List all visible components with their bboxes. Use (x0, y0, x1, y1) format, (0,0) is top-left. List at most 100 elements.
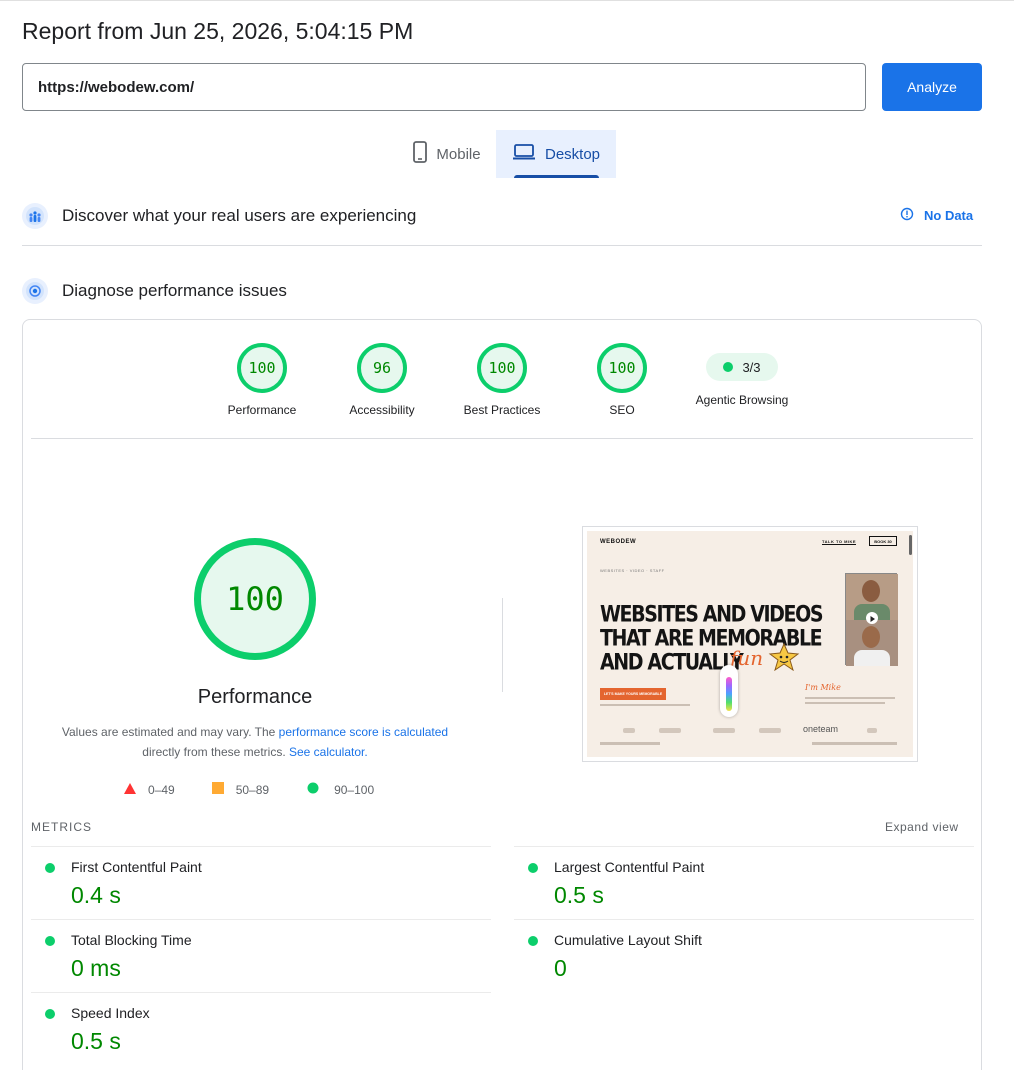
metric-name: Largest Contentful Paint (554, 859, 705, 875)
screenshot-brand: WEBODEW (600, 539, 637, 545)
tab-selected-indicator (514, 175, 599, 178)
screenshot-page: WEBODEW TALK TO MIKE BOOK 30 WEBSITES · … (587, 531, 913, 757)
client-logo-4 (759, 728, 781, 733)
analyze-button[interactable]: Analyze (882, 63, 982, 111)
agentic-pill: 3/3 (706, 353, 778, 381)
metric-name: First Contentful Paint (71, 859, 202, 875)
phone-icon (413, 141, 428, 167)
tab-desktop-label: Desktop (544, 145, 601, 163)
gauge-performance[interactable]: 100 Performance (202, 343, 322, 417)
fail-triangle-icon (124, 782, 136, 797)
screenshot-cta-box: BOOK 30 (869, 536, 897, 546)
metric-total-blocking-time[interactable]: Total Blocking Time 0 ms (31, 919, 491, 992)
screenshot-signature: I'm Mike (805, 683, 841, 692)
video-person-bottom (846, 620, 898, 666)
performance-score-link[interactable]: performance score is calculated (279, 725, 448, 739)
pass-dot-icon (45, 1009, 55, 1019)
color-gradient-swatch (726, 677, 732, 711)
agentic-label: Agentic Browsing (695, 393, 789, 407)
desc-text-2: directly from these metrics. (142, 745, 289, 759)
diagnose-icon (22, 278, 48, 304)
screenshot-body-text-2 (805, 702, 885, 704)
gauge-accessibility[interactable]: 96 Accessibility (322, 343, 442, 417)
metric-first-contentful-paint[interactable]: First Contentful Paint 0.4 s (31, 846, 491, 919)
client-logo-6 (867, 728, 877, 733)
desc-text-1: Values are estimated and may vary. The (61, 725, 279, 739)
see-calculator-link[interactable]: See calculator. (289, 745, 368, 759)
screenshot-footer-text (812, 742, 897, 745)
gauge-seo[interactable]: 100 SEO (562, 343, 682, 417)
screenshot-subtext (600, 704, 690, 706)
metric-value: 0 ms (71, 955, 121, 981)
gauge-performance-label: Performance (227, 403, 297, 417)
url-input[interactable]: https://webodew.com/ (22, 63, 866, 111)
gauge-performance-score: 100 (237, 343, 287, 393)
metrics-heading: METRICS (31, 820, 92, 834)
users-icon (22, 203, 48, 229)
pass-dot-icon (528, 863, 538, 873)
top-border (0, 0, 1014, 1)
gauge-seo-score: 100 (597, 343, 647, 393)
gauge-best-practices-score: 100 (477, 343, 527, 393)
performance-description: Values are estimated and may vary. The p… (60, 722, 450, 762)
pass-dot-icon (45, 936, 55, 946)
pass-circle-icon (307, 782, 319, 797)
no-data-label: No Data (924, 208, 974, 223)
star-emoji-icon (767, 642, 801, 676)
tab-desktop[interactable]: Desktop (496, 130, 616, 178)
final-screenshot[interactable]: WEBODEW TALK TO MIKE BOOK 30 WEBSITES · … (582, 526, 918, 762)
video-thumbnail (845, 573, 898, 666)
gauge-screenshot-separator (502, 598, 503, 692)
gauge-accessibility-label: Accessibility (349, 403, 415, 417)
gauge-agentic-browsing[interactable]: 3/3 Agentic Browsing (682, 343, 802, 407)
gauge-accessibility-score: 96 (357, 343, 407, 393)
pass-dot-icon (723, 362, 734, 372)
metric-cumulative-layout-shift[interactable]: Cumulative Layout Shift 0 (514, 919, 974, 992)
tab-mobile[interactable]: Mobile (398, 130, 496, 178)
screenshot-scrollbar (909, 535, 912, 555)
headline-line-1: WEBSITES AND VIDEOS (600, 601, 824, 628)
field-data-status[interactable]: No Data (900, 207, 973, 224)
section-divider (22, 245, 982, 246)
gauges-divider (31, 438, 973, 439)
client-logo-2 (659, 728, 681, 733)
metric-value: 0.5 s (554, 882, 604, 908)
legend-pass-label: 90–100 (334, 782, 375, 797)
client-logo-3 (713, 728, 735, 733)
screenshot-cta-button: LET'S MAKE YOURS MEMORABLE (600, 688, 666, 700)
expand-view-button[interactable]: Expand view (885, 820, 959, 834)
client-logo-oneteam: oneteam (803, 724, 839, 734)
score-legend: 0–49 50–89 90–100 (124, 782, 374, 797)
performance-gauge-label: Performance (197, 686, 313, 708)
metric-name: Total Blocking Time (71, 932, 192, 948)
color-picker-widget (720, 665, 738, 717)
metric-value: 0.5 s (71, 1028, 121, 1054)
tab-mobile-label: Mobile (436, 145, 481, 163)
metric-speed-index[interactable]: Speed Index 0.5 s (31, 992, 491, 1070)
legend-fail-label: 0–49 (148, 782, 175, 797)
field-data-title: Discover what your real users are experi… (62, 206, 417, 225)
pass-dot-icon (45, 863, 55, 873)
screenshot-nav: WEBSITES · VIDEO · STAFF (600, 568, 665, 573)
performance-gauge-large: 100 (194, 538, 316, 660)
metric-value: 0.4 s (71, 882, 121, 908)
metric-name: Cumulative Layout Shift (554, 932, 702, 948)
average-square-icon (211, 782, 224, 797)
gauge-seo-label: SEO (609, 403, 635, 417)
play-icon (866, 612, 878, 624)
gauge-best-practices[interactable]: 100 Best Practices (442, 343, 562, 417)
info-icon (900, 207, 914, 224)
client-logo-1 (623, 728, 635, 733)
screenshot-body-text-1 (805, 697, 895, 699)
lab-data-title: Diagnose performance issues (62, 281, 287, 300)
url-input-value: https://webodew.com/ (38, 78, 195, 96)
metric-name: Speed Index (71, 1005, 150, 1021)
metric-largest-contentful-paint[interactable]: Largest Contentful Paint 0.5 s (514, 846, 974, 919)
report-title: Report from Jun 25, 2026, 5:04:15 PM (22, 18, 414, 44)
screenshot-rating (600, 742, 660, 745)
screenshot-cta-small: TALK TO MIKE (822, 539, 857, 545)
metric-value: 0 (554, 955, 567, 981)
laptop-icon (512, 143, 536, 165)
pass-dot-icon (528, 936, 538, 946)
agentic-value: 3/3 (742, 359, 761, 375)
